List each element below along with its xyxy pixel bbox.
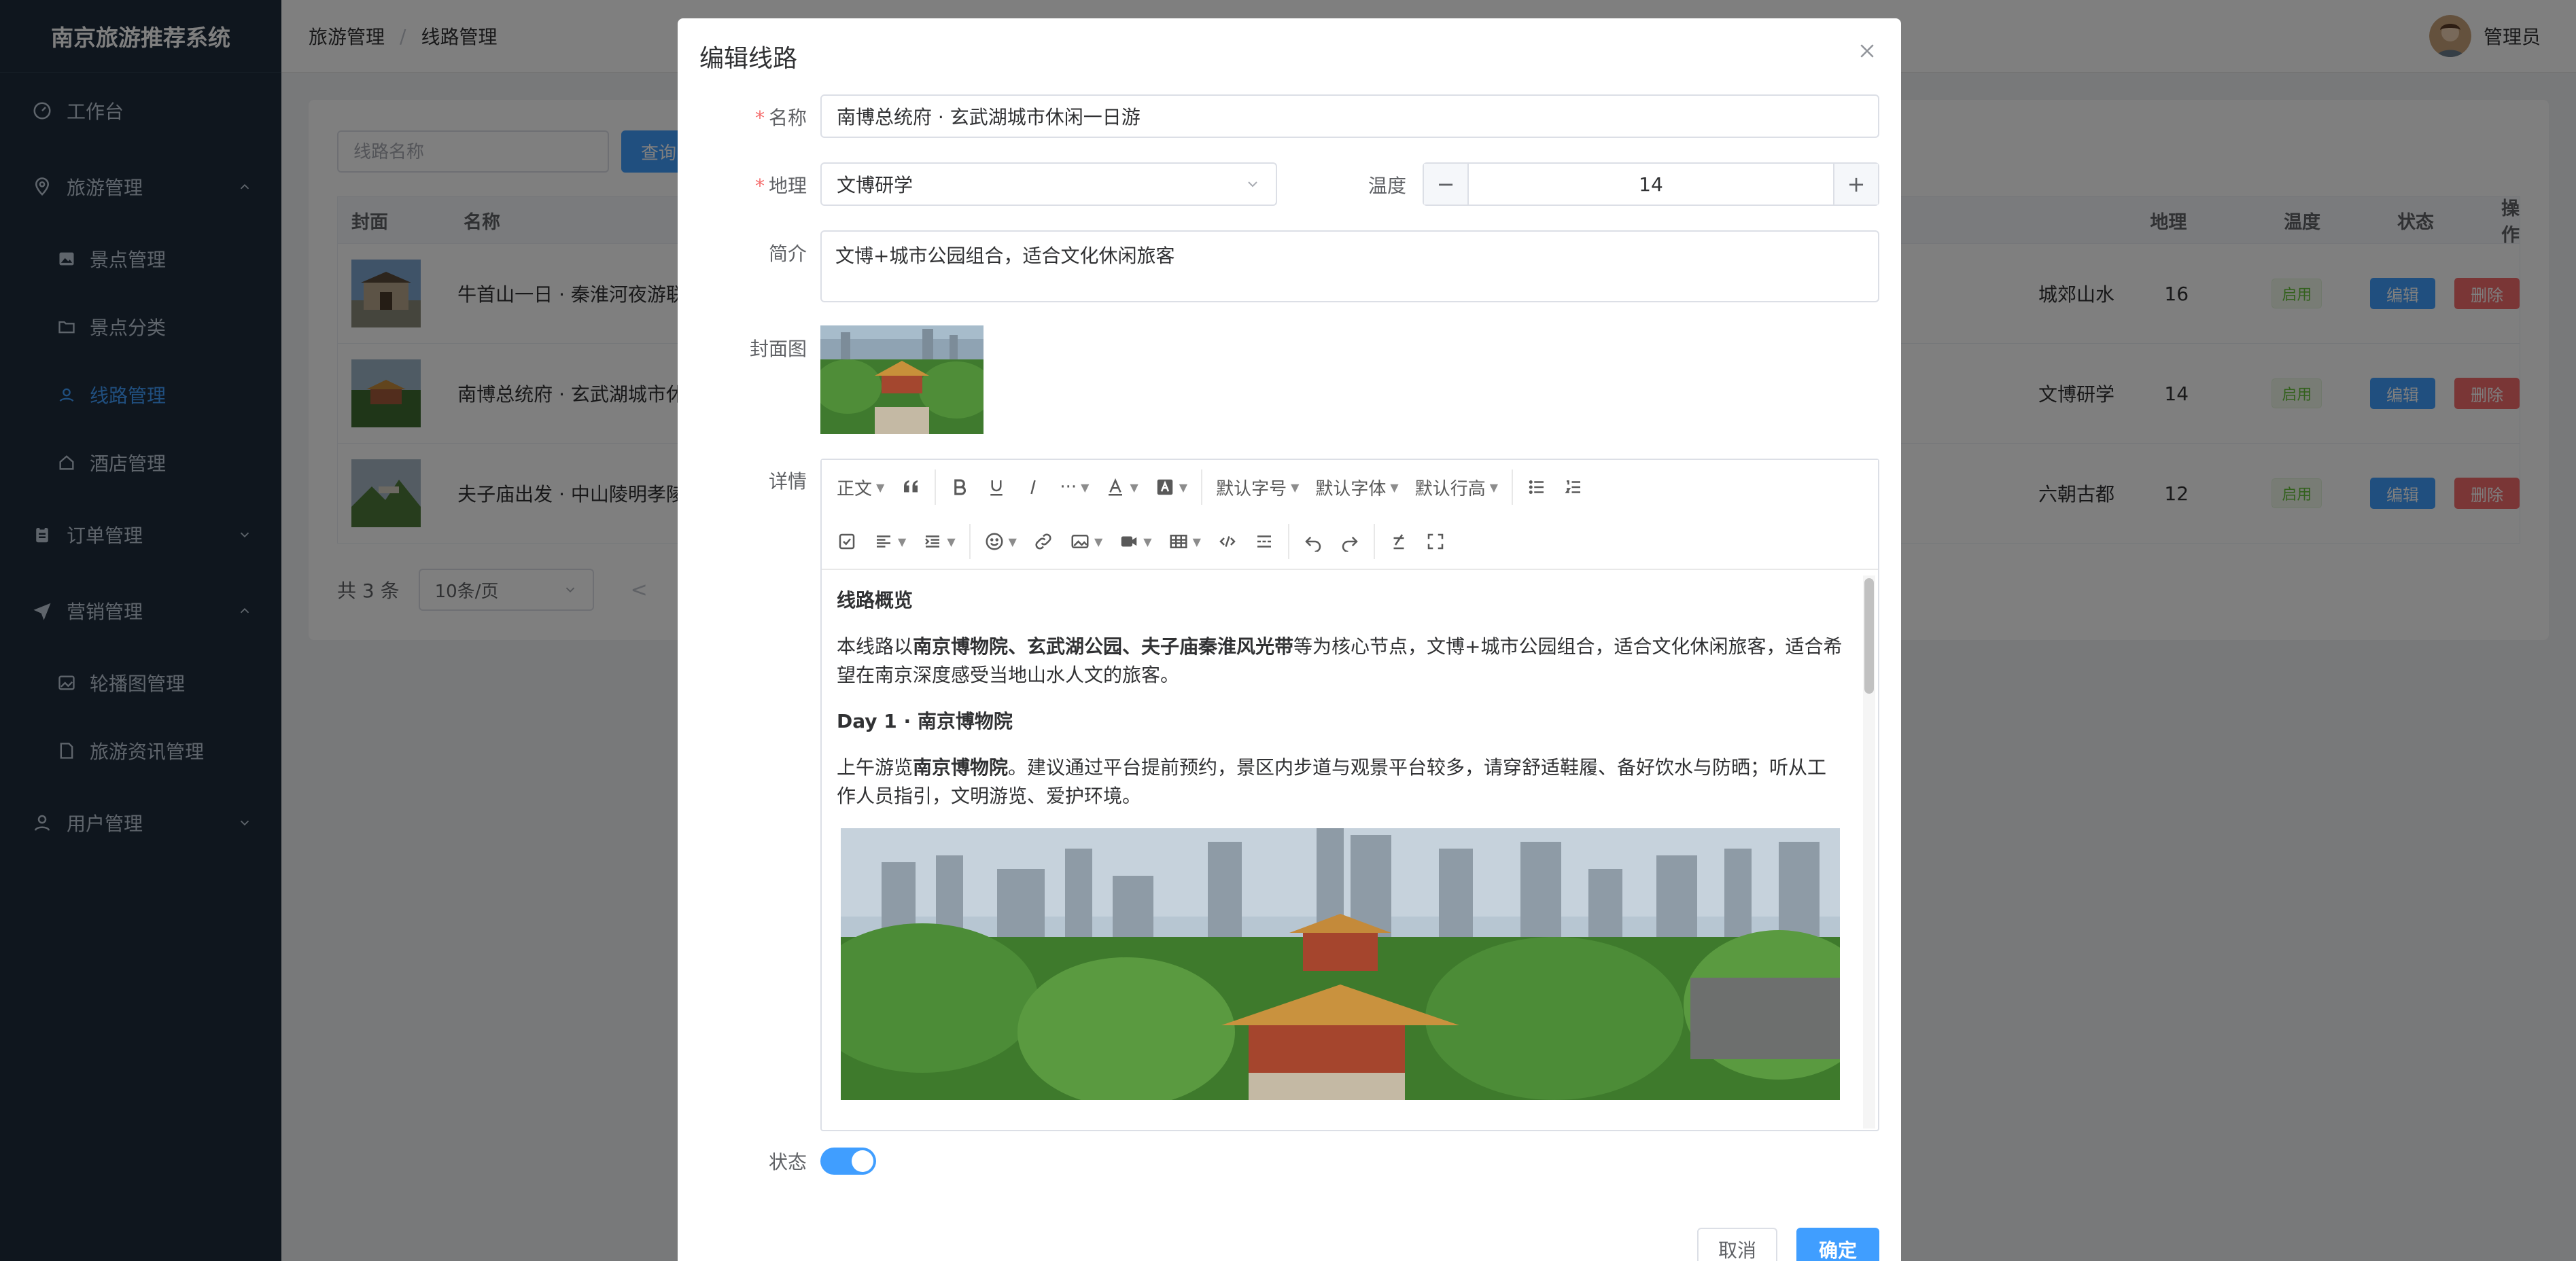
line-height-select[interactable]: 默认行高 ▼	[1407, 467, 1506, 508]
close-icon[interactable]	[1853, 37, 1881, 65]
link-icon[interactable]	[1025, 521, 1062, 562]
editor-scrollbar[interactable]	[1863, 575, 1875, 1129]
chevron-down-icon	[1248, 181, 1257, 188]
name-field[interactable]: 南博总统府 · 玄武湖城市休闲一日游	[820, 94, 1879, 138]
increment-button[interactable]: +	[1834, 164, 1878, 205]
geo-label: * 地理	[754, 175, 807, 197]
numbered-list-icon[interactable]	[1555, 467, 1592, 508]
indent-select[interactable]: ▼	[914, 521, 963, 562]
underline-icon[interactable]	[978, 467, 1015, 508]
bullet-list-icon[interactable]	[1518, 467, 1555, 508]
paragraph-select[interactable]: 正文 ▼	[822, 467, 892, 508]
todo-icon[interactable]	[822, 521, 865, 562]
image-icon[interactable]: ▼	[1062, 521, 1111, 562]
temp-value[interactable]: 14	[1467, 164, 1834, 205]
code-icon[interactable]	[1209, 521, 1246, 562]
toolbar-divider	[1373, 524, 1375, 559]
geo-select[interactable]: 文博研学	[820, 162, 1277, 206]
content-heading: 线路概览	[837, 589, 913, 611]
divider-icon[interactable]	[1246, 521, 1283, 562]
intro-textarea[interactable]: 文博+城市公园组合，适合文化休闲旅客	[820, 230, 1879, 302]
content-paragraph: 本线路以南京博物院、玄武湖公园、夫子庙秦淮风光带等为核心节点，文博+城市公园组合…	[837, 635, 1843, 686]
emoji-icon[interactable]: ▼	[976, 521, 1025, 562]
clear-format-icon[interactable]	[1380, 521, 1417, 562]
font-family-select[interactable]: 默认字体 ▼	[1307, 467, 1406, 508]
status-label: 状态	[768, 1151, 807, 1173]
background-color-select[interactable]: ▼	[1147, 467, 1196, 508]
font-color-select[interactable]: ▼	[1097, 467, 1146, 508]
toggle-knob	[852, 1150, 873, 1172]
italic-icon[interactable]	[1015, 467, 1051, 508]
undo-icon[interactable]	[1295, 521, 1331, 562]
decrement-button[interactable]: −	[1424, 164, 1467, 205]
toolbar-row: ▼ ▼ ▼ ▼ ▼ ▼	[822, 514, 1454, 569]
scrollbar-thumb[interactable]	[1864, 578, 1874, 694]
name-label: * 名称	[754, 107, 807, 129]
detail-label: 详情	[768, 470, 807, 493]
toolbar-divider	[969, 524, 971, 559]
toolbar-divider	[1512, 469, 1514, 505]
redo-icon[interactable]	[1331, 521, 1368, 562]
rich-text-editor: 正文 ▼ ··· ▼ ▼ ▼ 默认字号 ▼ 默认字体 ▼ 默认行高 ▼ ▼ ▼ …	[820, 459, 1879, 1131]
status-toggle[interactable]	[820, 1148, 876, 1175]
temp-stepper[interactable]: − 14 +	[1423, 162, 1879, 206]
video-icon[interactable]: ▼	[1111, 521, 1160, 562]
more-style-select[interactable]: ··· ▼	[1051, 467, 1097, 508]
quote-icon[interactable]	[892, 467, 929, 508]
toolbar-divider	[1201, 469, 1203, 505]
temp-label: 温度	[1368, 175, 1406, 197]
confirm-button[interactable]: 确定	[1796, 1228, 1879, 1261]
align-select[interactable]: ▼	[865, 521, 914, 562]
toolbar-divider	[935, 469, 937, 505]
editor-toolbar: 正文 ▼ ··· ▼ ▼ ▼ 默认字号 ▼ 默认字体 ▼ 默认行高 ▼ ▼ ▼ …	[822, 460, 1878, 570]
dialog-title: 编辑线路	[699, 45, 798, 73]
toolbar-row: 正文 ▼ ··· ▼ ▼ ▼ 默认字号 ▼ 默认字体 ▼ 默认行高 ▼	[822, 460, 1592, 514]
intro-label: 简介	[768, 243, 807, 265]
content-heading: Day 1 · 南京博物院	[837, 710, 1013, 732]
content-image[interactable]	[841, 828, 1840, 1100]
cancel-button[interactable]: 取消	[1697, 1228, 1777, 1261]
fullscreen-icon[interactable]	[1417, 521, 1454, 562]
cover-label: 封面图	[749, 338, 807, 360]
editor-content[interactable]: 线路概览 本线路以南京博物院、玄武湖公园、夫子庙秦淮风光带等为核心节点，文博+城…	[822, 571, 1860, 1130]
edit-route-dialog: 编辑线路 * 名称 南博总统府 · 玄武湖城市休闲一日游 * 地理 文博研学 温度 …	[678, 18, 1901, 1261]
table-icon[interactable]: ▼	[1160, 521, 1209, 562]
cover-image[interactable]	[820, 325, 984, 434]
bold-icon[interactable]	[941, 467, 978, 508]
font-size-select[interactable]: 默认字号 ▼	[1208, 467, 1307, 508]
toolbar-divider	[1287, 524, 1289, 559]
content-paragraph: 上午游览南京博物院。建议通过平台提前预约，景区内步道与观景平台较多，请穿舒适鞋履…	[837, 756, 1827, 807]
